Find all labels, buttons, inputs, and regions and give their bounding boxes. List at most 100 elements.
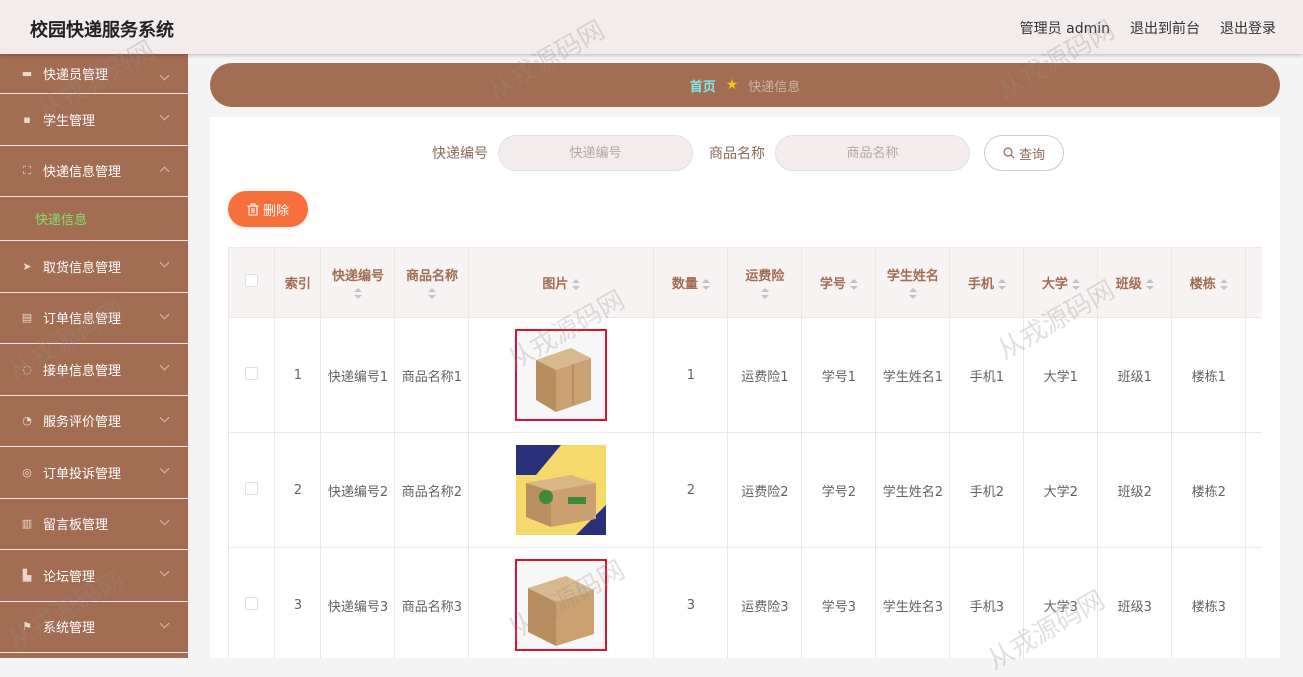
cell-qty: 3	[653, 547, 729, 658]
briefcase-icon: ▬	[21, 67, 33, 80]
select-all-checkbox[interactable]	[245, 274, 259, 287]
select-all-cell[interactable]	[228, 247, 276, 318]
sort-icon[interactable]	[1071, 278, 1080, 291]
row-checkbox[interactable]	[245, 481, 259, 495]
table-header-row: 索引 快递编号 商品名称 图片 数量 运费险 学号 学生姓名 手机 大学 班级 …	[228, 247, 1262, 318]
sidebar-item-system[interactable]: ⚑ 系统管理	[0, 602, 188, 653]
package-image[interactable]	[515, 559, 608, 651]
cell-insurance: 运费险3	[727, 547, 803, 658]
chevron-down-icon	[159, 257, 170, 268]
breadcrumb-home[interactable]: 首页	[690, 76, 716, 95]
row-select-cell[interactable]	[228, 547, 276, 658]
sort-icon[interactable]	[908, 288, 917, 300]
home-icon: ▙	[22, 568, 32, 582]
col-cls-label: 班级	[1115, 277, 1142, 292]
express-code-label: 快递编号	[432, 146, 488, 162]
cell-index: 3	[274, 547, 322, 658]
product-name-input[interactable]	[775, 135, 970, 171]
col-sname[interactable]: 学生姓名	[875, 247, 951, 318]
chevron-down-icon	[159, 566, 170, 577]
chevron-down-icon	[159, 463, 170, 474]
cell-code: 快递编号2	[320, 432, 396, 548]
exit-to-front-link[interactable]: 退出到前台	[1130, 18, 1200, 38]
chevron-down-icon	[159, 309, 170, 319]
package-image[interactable]	[515, 329, 608, 421]
cell-name: 商品名称2	[394, 432, 470, 548]
col-qty-label: 数量	[671, 277, 698, 292]
sidebar-item-accept[interactable]: ◌ 接单信息管理	[0, 344, 188, 396]
chevron-down-icon	[159, 412, 170, 422]
sort-icon[interactable]	[1145, 278, 1154, 291]
sidebar-item-label: 论坛管理	[43, 569, 96, 585]
col-uni[interactable]: 大学	[1023, 247, 1099, 318]
col-building-label: 楼栋	[1189, 277, 1216, 292]
sort-icon[interactable]	[760, 288, 769, 300]
col-image[interactable]: 图片	[468, 247, 655, 318]
col-phone[interactable]: 手机	[949, 247, 1025, 318]
col-building[interactable]: 楼栋	[1171, 247, 1247, 318]
product-name-label: 商品名称	[709, 146, 765, 162]
query-button[interactable]: 查询	[984, 135, 1064, 171]
cell-name: 商品名称3	[394, 547, 470, 658]
chevron-down-icon	[159, 515, 170, 525]
cell-phone: 手机2	[949, 432, 1025, 548]
sort-icon[interactable]	[572, 278, 581, 291]
table-row: 1 快递编号1 商品名称1 1 运费险1 学号1 学生姓名1 手机1 大学1 班…	[228, 317, 1262, 433]
sidebar-item-express[interactable]: ⛶ 快递信息管理	[0, 146, 188, 197]
sort-icon[interactable]	[1219, 278, 1228, 291]
sidebar-item-order[interactable]: ▤ 订单信息管理	[0, 293, 188, 344]
sort-icon[interactable]	[701, 278, 710, 291]
sort-icon[interactable]	[849, 278, 858, 291]
sidebar-item-label: 取货信息管理	[43, 260, 122, 276]
cell-cls: 班级2	[1097, 432, 1173, 548]
col-index-label: 索引	[284, 277, 311, 292]
sidebar-item-forum[interactable]: ▙ 论坛管理	[0, 550, 188, 602]
sidebar-item-student[interactable]: ▪ 学生管理	[0, 94, 188, 146]
sort-icon[interactable]	[427, 288, 436, 300]
clipboard-icon: ▤	[21, 311, 33, 325]
sidebar-item-message[interactable]: ▥ 留言板管理	[0, 499, 188, 550]
package-image[interactable]	[516, 445, 607, 535]
col-insurance[interactable]: 运费险	[727, 247, 803, 318]
cell-floor: 楼层	[1245, 432, 1262, 548]
sidebar-item-pickup[interactable]: ➤ 取货信息管理	[0, 241, 188, 293]
cell-uni: 大学1	[1023, 317, 1099, 433]
cell-image	[468, 432, 655, 548]
sidebar-item-label: 订单信息管理	[43, 312, 122, 328]
cell-uni: 大学3	[1023, 547, 1099, 658]
col-qty[interactable]: 数量	[653, 247, 729, 318]
cell-insurance: 运费险1	[727, 317, 803, 433]
col-floor[interactable]: 楼层	[1245, 247, 1262, 318]
row-checkbox[interactable]	[245, 596, 259, 610]
cell-sid: 学号2	[801, 432, 877, 548]
col-sid[interactable]: 学号	[801, 247, 877, 318]
frame-icon: ⛶	[23, 163, 31, 177]
cell-sid: 学号3	[801, 547, 877, 658]
cell-cls: 班级3	[1097, 547, 1173, 658]
trash-icon	[247, 202, 259, 216]
cell-image	[468, 547, 655, 658]
row-checkbox[interactable]	[245, 366, 259, 380]
col-cls[interactable]: 班级	[1097, 247, 1173, 318]
row-select-cell[interactable]	[228, 317, 276, 433]
sidebar-subitem-express-info[interactable]: 快递信息	[0, 197, 188, 241]
breadcrumb-current: 快递信息	[748, 79, 801, 95]
chevron-down-icon	[159, 360, 170, 371]
logout-link[interactable]: 退出登录	[1220, 18, 1276, 38]
row-select-cell[interactable]	[228, 432, 276, 548]
sort-icon[interactable]	[353, 288, 362, 300]
sidebar-item-label: 快递员管理	[43, 68, 109, 83]
sidebar-item-label: 接单信息管理	[43, 363, 122, 379]
col-image-label: 图片	[542, 277, 569, 292]
sidebar-item-review[interactable]: ◔ 服务评价管理	[0, 396, 188, 447]
col-code[interactable]: 快递编号	[320, 247, 396, 318]
cell-code: 快递编号1	[320, 317, 396, 433]
search-icon	[1003, 147, 1015, 159]
sort-icon[interactable]	[997, 278, 1006, 291]
express-code-input[interactable]	[498, 135, 693, 171]
cell-index: 1	[274, 317, 322, 433]
col-name[interactable]: 商品名称	[394, 247, 470, 318]
sidebar-item-courier[interactable]: ▬ 快递员管理	[0, 54, 188, 94]
sidebar-item-complaint[interactable]: ◎ 订单投诉管理	[0, 447, 188, 499]
delete-button[interactable]: 删除	[228, 191, 308, 227]
